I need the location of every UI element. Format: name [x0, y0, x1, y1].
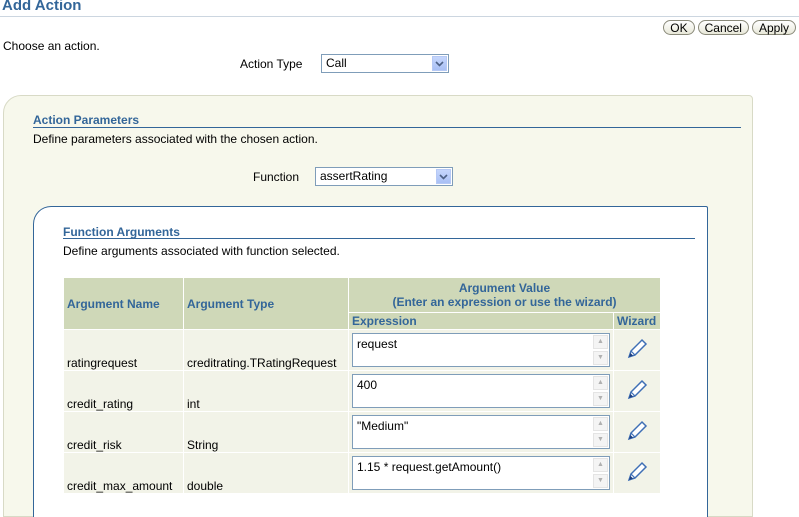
expression-value: "Medium" [357, 419, 409, 433]
argument-name: credit_max_amount [63, 452, 184, 494]
expression-cell: 1.15 * request.getAmount() ▲ ▼ [348, 452, 614, 494]
expression-scrollbar[interactable]: ▲ ▼ [593, 458, 608, 488]
expression-scrollbar[interactable]: ▲ ▼ [593, 335, 608, 365]
argument-type: String [183, 411, 349, 453]
page-title: Add Action [2, 0, 82, 14]
function-value: assertRating [320, 169, 388, 183]
expression-scrollbar[interactable]: ▲ ▼ [593, 417, 608, 447]
expression-input[interactable]: request ▲ ▼ [352, 333, 610, 367]
pencil-icon[interactable] [626, 461, 648, 486]
expression-value: request [357, 337, 398, 351]
table-row: ratingrequest creditrating.TRatingReques… [63, 329, 661, 371]
wizard-cell [613, 411, 661, 453]
expression-scrollbar[interactable]: ▲ ▼ [593, 376, 608, 406]
expression-value: 400 [357, 378, 378, 392]
action-type-value: Call [326, 56, 347, 70]
expression-cell: "Medium" ▲ ▼ [348, 411, 614, 453]
scroll-down-icon[interactable]: ▼ [593, 392, 608, 406]
action-parameters-title: Action Parameters [33, 113, 140, 127]
ok-button[interactable]: OK [663, 20, 695, 35]
scroll-up-icon[interactable]: ▲ [593, 376, 608, 390]
header-argument-type: Argument Type [183, 277, 349, 330]
title-divider [0, 16, 799, 17]
expression-input[interactable]: "Medium" ▲ ▼ [352, 415, 610, 449]
page-instruction: Choose an action. [3, 39, 100, 53]
wizard-cell [613, 329, 661, 371]
chevron-down-icon[interactable] [432, 56, 447, 71]
scroll-down-icon[interactable]: ▼ [593, 474, 608, 488]
chevron-down-icon[interactable] [436, 169, 451, 184]
action-parameters-divider [33, 127, 741, 128]
header-argument-value-label: Argument Value [458, 281, 551, 295]
argument-type: int [183, 370, 349, 412]
pencil-icon[interactable] [626, 379, 648, 404]
header-argument-name: Argument Name [63, 277, 184, 330]
function-arguments-divider [63, 238, 695, 239]
expression-cell: request ▲ ▼ [348, 329, 614, 371]
table-row: credit_max_amount double 1.15 * request.… [63, 452, 661, 494]
expression-input[interactable]: 1.15 * request.getAmount() ▲ ▼ [352, 456, 610, 490]
function-select[interactable]: assertRating [315, 167, 453, 186]
argument-name: credit_risk [63, 411, 184, 453]
scroll-up-icon[interactable]: ▲ [593, 335, 608, 349]
cancel-button[interactable]: Cancel [697, 20, 749, 35]
header-argument-value: Argument Value (Enter an expression or u… [348, 277, 661, 313]
header-wizard: Wizard [613, 312, 661, 330]
arguments-table: Argument Name Argument Type Argument Val… [63, 277, 661, 494]
action-type-label: Action Type [240, 57, 303, 71]
argument-name: ratingrequest [63, 329, 184, 371]
expression-cell: 400 ▲ ▼ [348, 370, 614, 412]
argument-type: double [183, 452, 349, 494]
expression-value: 1.15 * request.getAmount() [357, 460, 502, 474]
scroll-up-icon[interactable]: ▲ [593, 417, 608, 431]
expression-input[interactable]: 400 ▲ ▼ [352, 374, 610, 408]
wizard-cell [613, 452, 661, 494]
pencil-icon[interactable] [626, 338, 648, 363]
function-label: Function [253, 170, 300, 184]
table-row: credit_risk String "Medium" ▲ ▼ [63, 411, 661, 453]
header-expression: Expression [348, 312, 614, 330]
function-arguments-title: Function Arguments [63, 225, 180, 239]
argument-name: credit_rating [63, 370, 184, 412]
action-type-select[interactable]: Call [321, 54, 449, 73]
action-buttons: OK Cancel Apply [663, 20, 796, 35]
table-row: credit_rating int 400 ▲ ▼ [63, 370, 661, 412]
scroll-down-icon[interactable]: ▼ [593, 433, 608, 447]
apply-button[interactable]: Apply [751, 20, 796, 35]
scroll-up-icon[interactable]: ▲ [593, 458, 608, 472]
header-argument-value-hint: (Enter an expression or use the wizard) [392, 295, 617, 309]
pencil-icon[interactable] [626, 420, 648, 445]
argument-type: creditrating.TRatingRequest [183, 329, 349, 371]
scroll-down-icon[interactable]: ▼ [593, 351, 608, 365]
function-arguments-description: Define arguments associated with functio… [63, 244, 340, 258]
action-parameters-description: Define parameters associated with the ch… [33, 132, 318, 146]
wizard-cell [613, 370, 661, 412]
